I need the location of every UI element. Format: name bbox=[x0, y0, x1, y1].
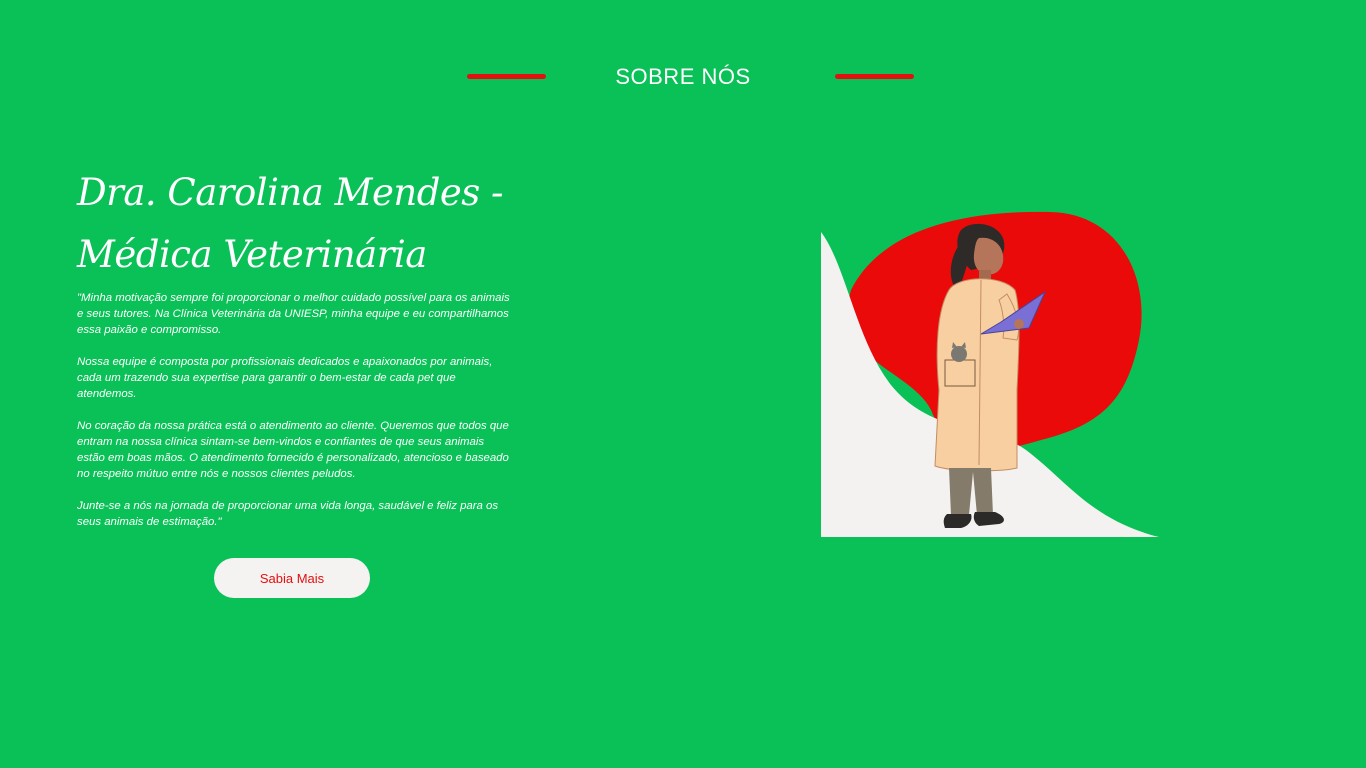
about-content: Dra. Carolina Mendes - Médica Veterinári… bbox=[77, 162, 517, 546]
doctor-name: Dra. Carolina Mendes - bbox=[77, 171, 504, 214]
cat-icon bbox=[951, 346, 967, 362]
header-divider-right bbox=[835, 74, 914, 79]
header-divider-left bbox=[467, 74, 546, 79]
quote-paragraph-3: No coração da nossa prática está o atend… bbox=[77, 420, 509, 480]
learn-more-button[interactable]: Sabia Mais bbox=[214, 558, 370, 598]
quote-paragraph-1: "Minha motivação sempre foi proporcionar… bbox=[77, 292, 510, 336]
veterinarian-illustration bbox=[821, 211, 1159, 537]
section-title: SOBRE NÓS bbox=[615, 64, 751, 89]
section-header: SOBRE NÓS bbox=[0, 60, 1366, 94]
quote-paragraph-4: Junte-se a nós na jornada de proporciona… bbox=[77, 500, 499, 528]
about-section: SOBRE NÓS Dra. Carolina Mendes - Médica … bbox=[0, 0, 1366, 768]
about-quote: "Minha motivação sempre foi proporcionar… bbox=[77, 290, 511, 530]
quote-paragraph-2: Nossa equipe é composta por profissionai… bbox=[77, 356, 493, 400]
doctor-name-heading: Dra. Carolina Mendes - Médica Veterinári… bbox=[77, 162, 517, 286]
doctor-title: Médica Veterinária bbox=[77, 233, 427, 276]
coat-pocket-shape bbox=[944, 359, 976, 387]
